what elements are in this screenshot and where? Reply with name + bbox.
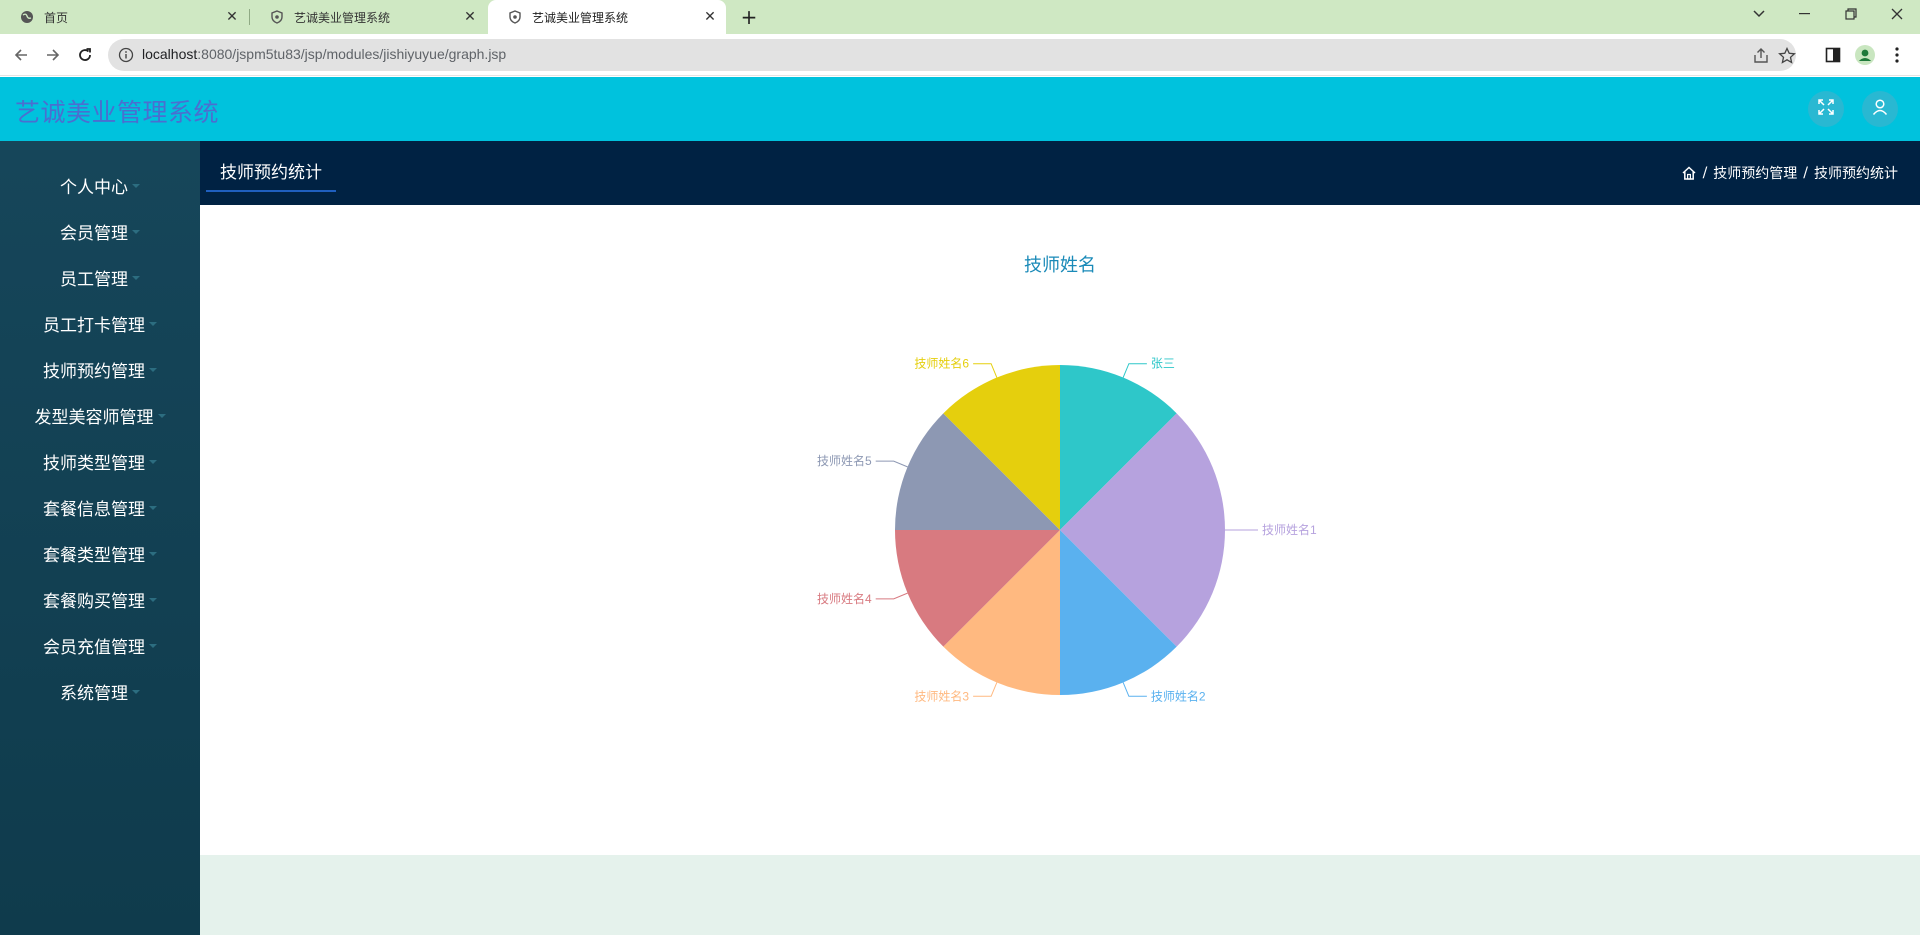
sidebar-item-personal-center[interactable]: 个人中心	[0, 162, 200, 208]
restore-icon[interactable]	[1828, 0, 1874, 28]
chevron-down-icon	[149, 368, 157, 372]
tab-title: 首页	[44, 10, 69, 25]
sidebar-item-label: 系统管理	[60, 683, 128, 704]
sidebar-item-stylists[interactable]: 发型美容师管理	[0, 392, 200, 438]
fullscreen-icon	[1817, 98, 1835, 120]
sidebar-item-label: 员工打卡管理	[43, 315, 145, 336]
pie-slice-label: 技师姓名3	[914, 688, 969, 703]
chart-panel: 技师姓名 张三 技师姓名1 技师姓名2 技师姓名3 技师姓名4 技师姓名5 技师姓名6	[200, 205, 1920, 855]
url-host: localhost	[142, 46, 198, 62]
home-icon[interactable]	[1681, 165, 1697, 181]
chevron-down-icon	[149, 460, 157, 464]
back-arrow-icon[interactable]	[8, 42, 34, 68]
sidebar-item-package-info[interactable]: 套餐信息管理	[0, 484, 200, 530]
close-icon[interactable]: ✕	[222, 9, 242, 25]
user-icon	[1871, 98, 1889, 120]
address-bar[interactable]: localhost:8080/jspm5tu83/jsp/modules/jis…	[108, 39, 1796, 71]
pie-label-line	[875, 460, 908, 468]
side-panel-icon[interactable]	[1822, 44, 1844, 66]
sidebar-item-staff[interactable]: 员工管理	[0, 254, 200, 300]
sidebar-item-label: 套餐购买管理	[43, 591, 145, 612]
sidebar-item-label: 个人中心	[60, 177, 128, 198]
sidebar-item-technician-booking[interactable]: 技师预约管理	[0, 346, 200, 392]
sidebar-item-label: 技师预约管理	[43, 361, 145, 382]
sidebar-item-staff-clockin[interactable]: 员工打卡管理	[0, 300, 200, 346]
sidebar-item-label: 套餐信息管理	[43, 499, 145, 520]
share-icon[interactable]	[1752, 47, 1770, 65]
sidebar-item-members[interactable]: 会员管理	[0, 208, 200, 254]
pie-label-line	[875, 592, 908, 600]
app-header: 艺诚美业管理系统	[0, 77, 1920, 141]
sidebar-item-label: 会员充值管理	[43, 637, 145, 658]
bookmark-star-icon[interactable]	[1778, 46, 1796, 65]
url-path: :8080/jspm5tu83/jsp/modules/jishiyuyue/g…	[197, 46, 507, 62]
chevron-down-icon	[149, 644, 157, 648]
browser-toolbar: localhost:8080/jspm5tu83/jsp/modules/jis…	[0, 34, 1920, 76]
shield-icon	[270, 10, 284, 24]
pie-label-line	[973, 682, 998, 697]
close-icon[interactable]: ✕	[460, 9, 480, 25]
fullscreen-button[interactable]	[1808, 91, 1844, 127]
tab-title: 艺诚美业管理系统	[532, 10, 629, 25]
close-icon[interactable]: ✕	[700, 9, 720, 25]
pie-slice-label: 张三	[1151, 357, 1175, 371]
pie-label-line	[973, 363, 998, 378]
content-footer-area	[200, 855, 1920, 935]
sidebar-item-package-purchase[interactable]: 套餐购买管理	[0, 576, 200, 622]
sidebar-item-system[interactable]: 系统管理	[0, 668, 200, 714]
sidebar-item-label: 会员管理	[60, 223, 128, 244]
content-header: 技师预约统计 / 技师预约管理 / 技师预约统计	[200, 141, 1920, 205]
browser-tab-active[interactable]: 艺诚美业管理系统 ✕	[488, 0, 726, 34]
breadcrumb: / 技师预约管理 / 技师预约统计	[1681, 163, 1898, 183]
sidebar-item-label: 员工管理	[60, 269, 128, 290]
page-tab[interactable]: 技师预约统计	[206, 151, 336, 192]
reload-icon[interactable]	[72, 42, 98, 68]
pie-chart: 张三技师姓名1 技师姓名2 技师姓名3 技师姓名4 技师姓名5 技师姓名6	[817, 356, 1317, 704]
sidebar-item-label: 发型美容师管理	[34, 407, 154, 428]
chevron-down-icon	[132, 230, 140, 234]
new-tab-button[interactable]: +	[736, 4, 762, 30]
user-menu-button[interactable]	[1862, 91, 1898, 127]
url-text[interactable]: localhost:8080/jspm5tu83/jsp/modules/jis…	[142, 46, 506, 62]
forward-arrow-icon[interactable]	[40, 42, 66, 68]
more-menu-icon[interactable]	[1886, 44, 1908, 66]
chevron-down-icon	[149, 552, 157, 556]
pie-label-line	[1122, 363, 1147, 378]
breadcrumb-separator: /	[1702, 165, 1708, 181]
breadcrumb-item[interactable]: 技师预约管理	[1713, 163, 1797, 183]
browser-tab-home[interactable]: 首页 ✕	[0, 0, 248, 34]
sidebar-item-member-recharge[interactable]: 会员充值管理	[0, 622, 200, 668]
shield-icon	[508, 10, 522, 24]
chevron-down-icon	[149, 322, 157, 326]
pie-slice-label: 技师姓名2	[1151, 688, 1206, 703]
chevron-down-icon	[132, 184, 140, 188]
sidebar-item-label: 技师类型管理	[43, 453, 145, 474]
profile-avatar-icon[interactable]	[1854, 44, 1876, 66]
sidebar-item-package-types[interactable]: 套餐类型管理	[0, 530, 200, 576]
window-close-icon[interactable]	[1874, 0, 1920, 28]
chevron-down-icon	[149, 598, 157, 602]
pie-slice-label: 技师姓名5	[817, 453, 872, 468]
chevron-down-icon	[157, 414, 166, 418]
sidebar: 个人中心 会员管理 员工管理 员工打卡管理 技师预约管理 发型美容师管理 技师类…	[0, 141, 200, 935]
breadcrumb-separator: /	[1803, 165, 1808, 181]
tab-title: 艺诚美业管理系统	[294, 10, 391, 25]
pie-slice-label: 技师姓名1	[1262, 522, 1317, 537]
minimize-icon[interactable]	[1782, 0, 1828, 28]
sidebar-item-technician-types[interactable]: 技师类型管理	[0, 438, 200, 484]
sidebar-item-label: 套餐类型管理	[43, 545, 145, 566]
breadcrumb-item: 技师预约统计	[1814, 166, 1898, 182]
chevron-down-icon	[132, 276, 140, 280]
site-info-icon[interactable]	[118, 47, 134, 63]
tab-search-icon[interactable]	[1736, 0, 1782, 28]
app-title: 艺诚美业管理系统	[15, 98, 220, 127]
pie-label-line	[1122, 682, 1147, 697]
browser-tab-app[interactable]: 艺诚美业管理系统 ✕	[250, 0, 486, 34]
chevron-down-icon	[132, 690, 140, 694]
globe-icon	[20, 10, 34, 24]
pie-slice-label: 技师姓名4	[817, 591, 872, 606]
pie-slice-label: 技师姓名6	[914, 356, 969, 371]
chevron-down-icon	[149, 506, 157, 510]
browser-tab-strip: 首页 ✕ 艺诚美业管理系统 ✕ 艺诚美业管理系统 ✕ +	[0, 0, 1920, 34]
